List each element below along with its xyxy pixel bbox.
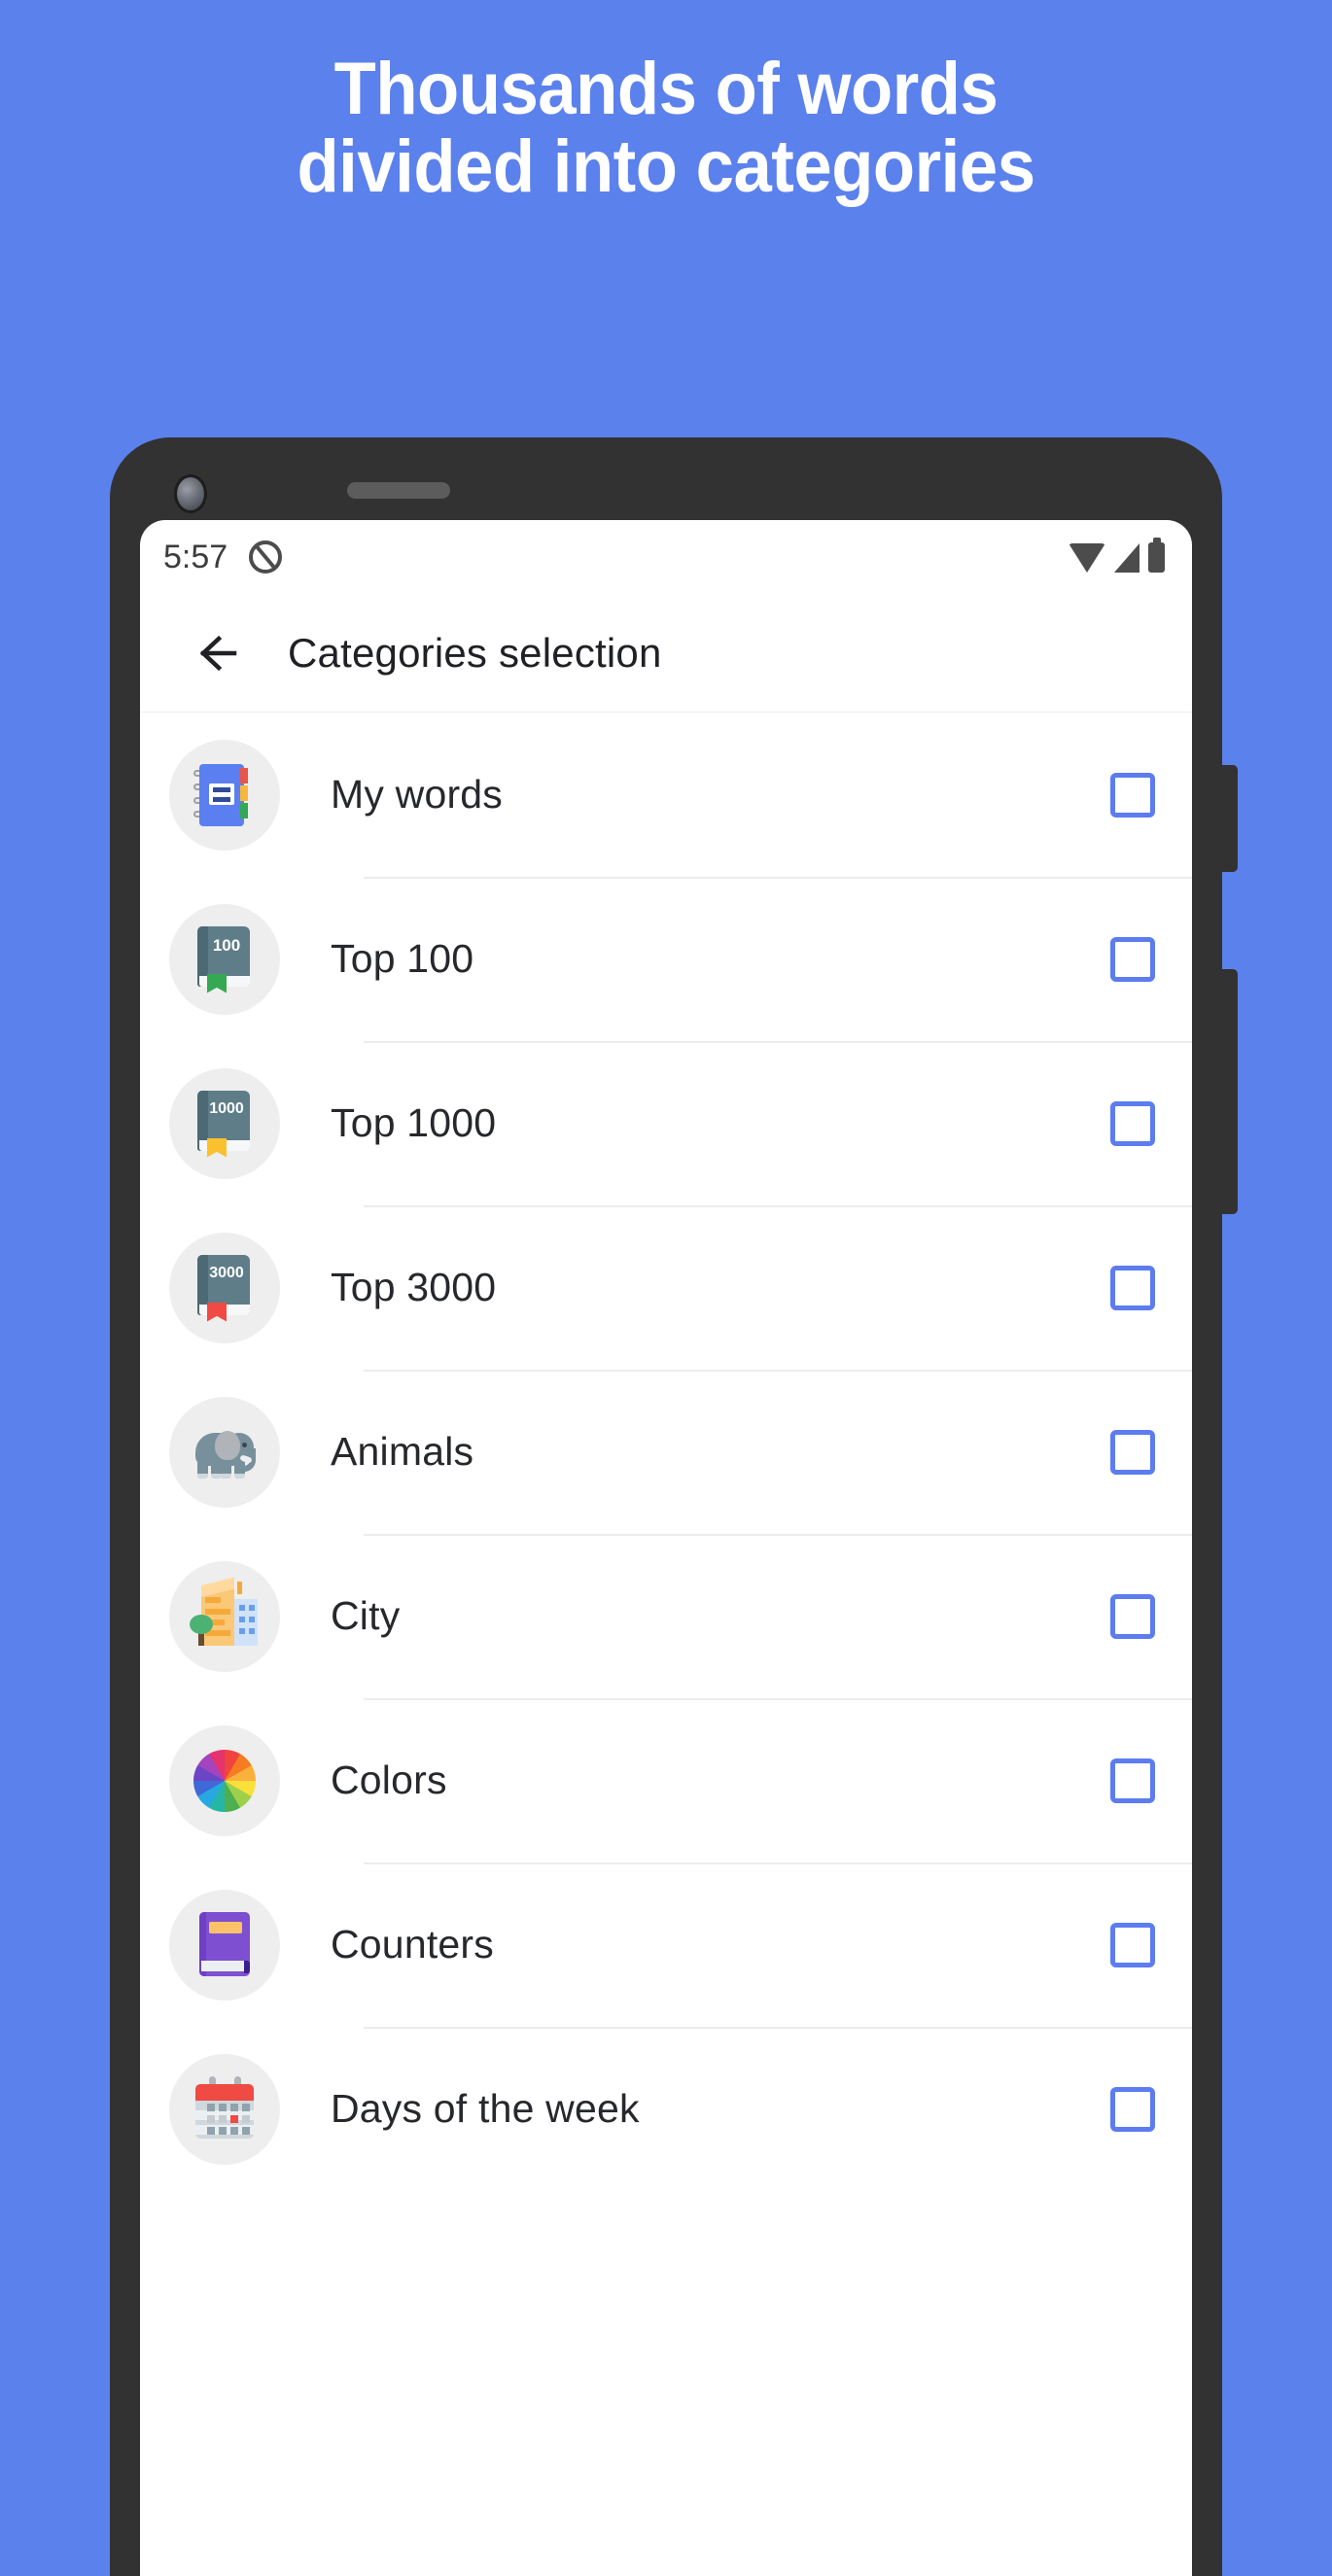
list-item[interactable]: City	[140, 1534, 1192, 1698]
category-checkbox[interactable]	[1110, 1265, 1155, 1310]
book-3000-icon: 3000	[169, 1232, 280, 1343]
status-bar: 5:57	[140, 520, 1192, 594]
phone-device-frame: 5:57 Categories selection My words 100 T…	[110, 437, 1238, 2576]
book-1000-icon: 1000	[169, 1067, 280, 1179]
list-item[interactable]: Animals	[140, 1370, 1192, 1534]
list-item-label: Top 1000	[331, 1100, 497, 1145]
list-item[interactable]: Colors	[140, 1698, 1192, 1862]
earpiece-speaker-icon	[347, 482, 450, 499]
do-not-disturb-icon	[249, 540, 283, 574]
list-item-label: My words	[331, 772, 504, 817]
back-arrow-icon[interactable]	[191, 627, 243, 679]
category-checkbox[interactable]	[1110, 936, 1155, 982]
book-number: 100	[212, 935, 241, 955]
notebook-icon	[169, 739, 280, 851]
list-item[interactable]: Counters	[140, 1862, 1192, 2027]
promo-headline: Thousands of words divided into categori…	[0, 51, 1332, 206]
list-item-label: City	[331, 1593, 401, 1638]
cityscape-icon	[169, 1560, 280, 1672]
power-button[interactable]	[1222, 969, 1238, 1214]
wifi-icon	[1069, 542, 1105, 573]
category-checkbox[interactable]	[1110, 2086, 1155, 2132]
category-checkbox[interactable]	[1110, 1758, 1155, 1803]
status-bar-clock: 5:57	[163, 538, 228, 575]
list-item[interactable]: 3000 Top 3000	[140, 1205, 1192, 1370]
book-number: 1000	[209, 1099, 244, 1117]
promo-headline-line-2: divided into categories	[297, 125, 1035, 208]
calendar-icon	[169, 2053, 280, 2165]
list-item-label: Days of the week	[331, 2086, 640, 2131]
category-checkbox[interactable]	[1110, 1593, 1155, 1639]
volume-rocker-button[interactable]	[1222, 765, 1238, 872]
page-title: Categories selection	[288, 629, 662, 676]
battery-full-icon	[1148, 541, 1165, 573]
cellular-signal-icon	[1114, 542, 1139, 573]
category-checkbox[interactable]	[1110, 1100, 1155, 1146]
list-item-label: Colors	[331, 1758, 447, 1802]
list-item[interactable]: 100 Top 100	[140, 877, 1192, 1041]
category-checkbox[interactable]	[1110, 772, 1155, 818]
categories-list: My words 100 Top 100 1000 Top 1000 3000 …	[140, 713, 1192, 2191]
front-camera-icon	[174, 474, 207, 513]
list-item[interactable]: My words	[140, 713, 1192, 877]
phone-screen: 5:57 Categories selection My words 100 T…	[140, 520, 1192, 2576]
list-item-label: Top 3000	[331, 1265, 497, 1309]
status-bar-indicators	[1069, 541, 1165, 573]
book-number: 3000	[209, 1264, 244, 1281]
category-checkbox[interactable]	[1110, 1922, 1155, 1967]
list-item[interactable]: Days of the week	[140, 2027, 1192, 2191]
promo-headline-line-1: Thousands of words	[333, 48, 999, 130]
list-item[interactable]: 1000 Top 1000	[140, 1041, 1192, 1205]
purple-book-icon	[169, 1889, 280, 2001]
color-wheel-icon	[169, 1724, 280, 1836]
list-item-label: Counters	[331, 1922, 494, 1967]
elephant-icon	[169, 1396, 280, 1508]
list-item-label: Top 100	[331, 936, 474, 981]
app-bar: Categories selection	[140, 594, 1192, 713]
book-100-icon: 100	[169, 903, 280, 1015]
category-checkbox[interactable]	[1110, 1429, 1155, 1475]
list-item-label: Animals	[331, 1429, 474, 1474]
